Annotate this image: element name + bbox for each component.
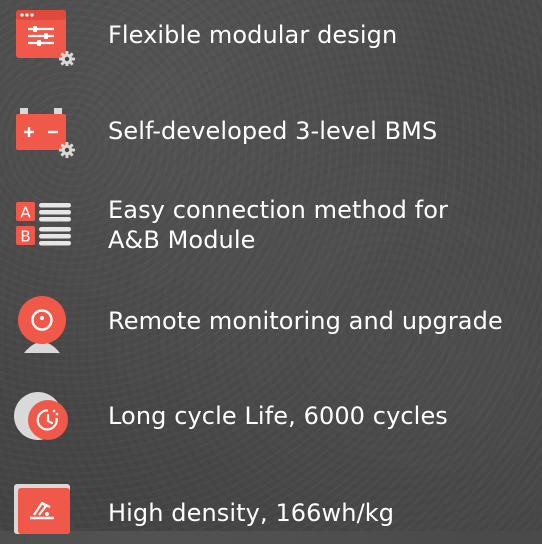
webcam-icon (14, 293, 76, 353)
settings-window-icon (14, 6, 76, 66)
feature-label: Flexible modular design (108, 21, 398, 49)
ab-module-icon: A B (14, 196, 76, 256)
badge-b: B (20, 228, 30, 246)
feature-label: Long cycle Life, 6000 cycles (108, 402, 448, 430)
background-texture (0, 0, 542, 531)
feature-label-line1: Easy connection method for (108, 196, 448, 224)
badge-a: A (20, 204, 31, 222)
feature-label: Self-developed 3-level BMS (108, 117, 438, 145)
density-scale-icon (14, 484, 76, 544)
feature-label: High density, 166wh/kg (108, 499, 395, 527)
feature-label: Remote monitoring and upgrade (108, 307, 503, 335)
battery-gear-icon (14, 104, 76, 164)
feature-label-line2: A&B Module (108, 226, 256, 254)
cycle-clock-icon (14, 388, 76, 448)
